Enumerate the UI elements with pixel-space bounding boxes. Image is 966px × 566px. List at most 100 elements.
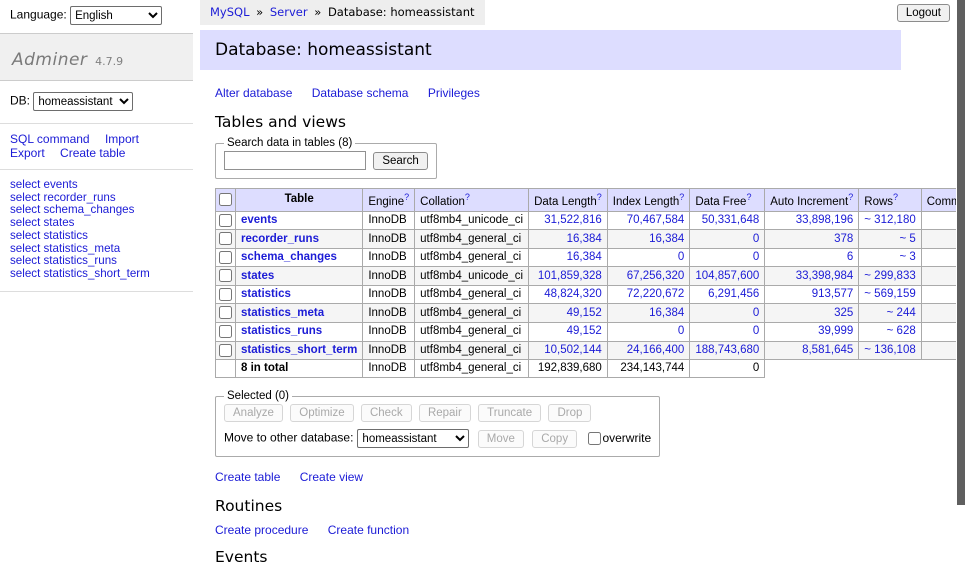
row-checkbox[interactable] xyxy=(219,325,232,338)
rows-count-link[interactable]: ~ 244 xyxy=(887,307,916,319)
overwrite-checkbox[interactable] xyxy=(588,432,601,445)
data-length-link[interactable]: 49,152 xyxy=(567,325,602,337)
alter-database-link[interactable]: Alter database xyxy=(215,86,292,100)
table-name-link[interactable]: statistics xyxy=(241,288,291,300)
data-length-link[interactable]: 16,384 xyxy=(567,251,602,263)
check-button[interactable]: Check xyxy=(361,404,412,422)
data-free-link[interactable]: 0 xyxy=(753,251,759,263)
search-button[interactable]: Search xyxy=(373,152,427,170)
data-length-link[interactable]: 49,152 xyxy=(567,307,602,319)
sidebar-table-link-recorder-runs[interactable]: select recorder_runs xyxy=(10,191,116,204)
create-procedure-link[interactable]: Create procedure xyxy=(215,523,308,537)
column-help-link[interactable]: ? xyxy=(893,192,898,202)
data-free-link[interactable]: 0 xyxy=(753,233,759,245)
table-name-link[interactable]: events xyxy=(241,214,277,226)
db-select[interactable]: homeassistant xyxy=(33,92,133,111)
column-help-link[interactable]: ? xyxy=(679,192,684,202)
sidebar-table-link-schema-changes[interactable]: select schema_changes xyxy=(10,203,134,216)
create-function-link[interactable]: Create function xyxy=(328,523,409,537)
auto-increment-link[interactable]: 8,581,645 xyxy=(802,344,853,356)
rows-count-link[interactable]: ~ 299,833 xyxy=(864,270,915,282)
table-name-link[interactable]: states xyxy=(241,270,274,282)
index-length-link[interactable]: 70,467,584 xyxy=(627,214,685,226)
truncate-button[interactable]: Truncate xyxy=(478,404,541,422)
data-free-link[interactable]: 188,743,680 xyxy=(695,344,759,356)
rows-count-link[interactable]: ~ 312,180 xyxy=(864,214,915,226)
table-name-link[interactable]: statistics_runs xyxy=(241,325,322,337)
database-schema-link[interactable]: Database schema xyxy=(312,86,409,100)
import-link[interactable]: Import xyxy=(105,132,139,146)
index-length-link[interactable]: 0 xyxy=(678,325,684,337)
scrollbar-thumb[interactable] xyxy=(957,0,965,505)
row-checkbox[interactable] xyxy=(219,232,232,245)
row-checkbox[interactable] xyxy=(219,306,232,319)
create-table-link[interactable]: Create table xyxy=(215,470,280,484)
auto-increment-link[interactable]: 33,898,196 xyxy=(796,214,854,226)
index-length-link[interactable]: 24,166,400 xyxy=(627,344,685,356)
data-length-link[interactable]: 48,824,320 xyxy=(544,288,602,300)
table-name-link[interactable]: statistics_short_term xyxy=(241,344,357,356)
analyze-button[interactable]: Analyze xyxy=(224,404,283,422)
data-free-link[interactable]: 104,857,600 xyxy=(695,270,759,282)
table-name-link[interactable]: statistics_meta xyxy=(241,307,324,319)
optimize-button[interactable]: Optimize xyxy=(290,404,353,422)
select-all-checkbox[interactable] xyxy=(219,193,232,206)
column-help-link[interactable]: ? xyxy=(597,192,602,202)
search-input[interactable] xyxy=(224,151,366,170)
sidebar-table-link-events[interactable]: select events xyxy=(10,178,78,191)
create-table-link-sidebar[interactable]: Create table xyxy=(60,146,125,160)
data-length-link[interactable]: 16,384 xyxy=(567,233,602,245)
index-length-link[interactable]: 67,256,320 xyxy=(627,270,685,282)
row-checkbox[interactable] xyxy=(219,344,232,357)
row-checkbox[interactable] xyxy=(219,251,232,264)
data-free-link[interactable]: 50,331,648 xyxy=(702,214,760,226)
auto-increment-link[interactable]: 33,398,984 xyxy=(796,270,854,282)
data-free-link[interactable]: 6,291,456 xyxy=(708,288,759,300)
rows-count-link[interactable]: ~ 628 xyxy=(887,325,916,337)
sidebar-table-link-statistics[interactable]: select statistics xyxy=(10,229,88,242)
copy-button[interactable]: Copy xyxy=(532,430,577,448)
index-length-link[interactable]: 72,220,672 xyxy=(627,288,685,300)
column-help-link[interactable]: ? xyxy=(465,192,470,202)
language-select[interactable]: English xyxy=(70,6,162,25)
row-checkbox[interactable] xyxy=(219,269,232,282)
export-link[interactable]: Export xyxy=(10,146,45,160)
index-length-link[interactable]: 16,384 xyxy=(649,307,684,319)
sidebar-table-link-statistics-short-term[interactable]: select statistics_short_term xyxy=(10,267,150,280)
repair-button[interactable]: Repair xyxy=(419,404,471,422)
auto-increment-link[interactable]: 913,577 xyxy=(812,288,854,300)
column-help-link[interactable]: ? xyxy=(746,192,751,202)
drop-button[interactable]: Drop xyxy=(548,404,591,422)
scrollbar-track[interactable] xyxy=(956,0,966,543)
move-database-select[interactable]: homeassistant xyxy=(357,429,469,448)
table-name-link[interactable]: recorder_runs xyxy=(241,233,319,245)
rows-count-link[interactable]: ~ 136,108 xyxy=(864,344,915,356)
auto-increment-link[interactable]: 378 xyxy=(834,233,853,245)
rows-count-link[interactable]: ~ 3 xyxy=(899,251,915,263)
index-length-link[interactable]: 16,384 xyxy=(649,233,684,245)
privileges-link[interactable]: Privileges xyxy=(428,86,480,100)
sql-command-link[interactable]: SQL command xyxy=(10,132,90,146)
sidebar-table-link-states[interactable]: select states xyxy=(10,216,74,229)
sidebar-table-link-statistics-meta[interactable]: select statistics_meta xyxy=(10,242,120,255)
auto-increment-link[interactable]: 39,999 xyxy=(818,325,853,337)
table-name-link[interactable]: schema_changes xyxy=(241,251,337,263)
move-button[interactable]: Move xyxy=(478,430,524,448)
rows-count-link[interactable]: ~ 5 xyxy=(899,233,915,245)
rows-count-link[interactable]: ~ 569,159 xyxy=(864,288,915,300)
data-length-link[interactable]: 10,502,144 xyxy=(544,344,602,356)
data-length-link[interactable]: 101,859,328 xyxy=(538,270,602,282)
auto-increment-link[interactable]: 325 xyxy=(834,307,853,319)
sidebar-table-link-statistics-runs[interactable]: select statistics_runs xyxy=(10,254,117,267)
data-free-link[interactable]: 0 xyxy=(753,307,759,319)
column-help-link[interactable]: ? xyxy=(848,192,853,202)
column-help-link[interactable]: ? xyxy=(404,192,409,202)
row-checkbox[interactable] xyxy=(219,214,232,227)
create-view-link[interactable]: Create view xyxy=(300,470,363,484)
data-length-link[interactable]: 31,522,816 xyxy=(544,214,602,226)
index-length-link[interactable]: 0 xyxy=(678,251,684,263)
logout-button[interactable]: Logout xyxy=(897,4,950,22)
data-free-link[interactable]: 0 xyxy=(753,325,759,337)
row-checkbox[interactable] xyxy=(219,288,232,301)
auto-increment-link[interactable]: 6 xyxy=(847,251,853,263)
